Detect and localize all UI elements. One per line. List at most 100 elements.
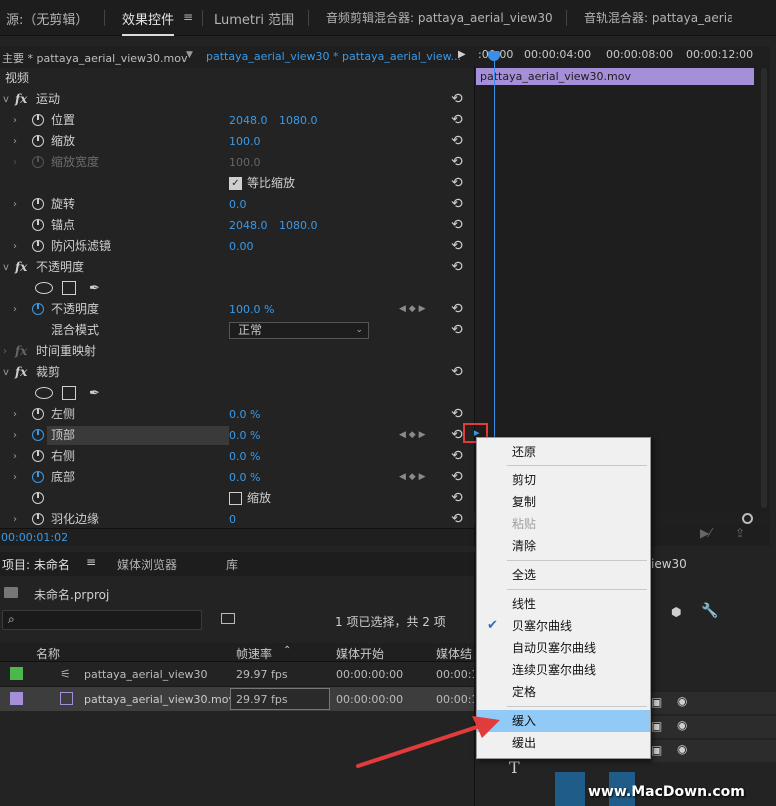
column-media-end[interactable]: 媒体结 <box>436 645 472 662</box>
marker-icon[interactable]: ⬢ <box>671 605 681 619</box>
position-x-value[interactable]: 2048.0 <box>229 110 268 131</box>
effect-opacity[interactable]: v fx 不透明度 ⟲ <box>0 257 474 278</box>
stopwatch-icon[interactable] <box>32 240 44 252</box>
type-tool-icon[interactable]: T <box>509 758 520 777</box>
fx-icon[interactable]: fx <box>15 257 27 278</box>
reset-icon[interactable]: ⟲ <box>451 152 463 173</box>
menu-item-copy[interactable]: 复制 <box>477 491 650 513</box>
track-target-a1[interactable] <box>555 772 585 806</box>
crop-bottom-value[interactable]: 0.0 % <box>229 467 260 488</box>
keyframe-nav-icon[interactable]: ◀ ◆ ▶ <box>399 425 426 446</box>
reset-icon[interactable]: ⟲ <box>451 257 463 278</box>
sequence-clip-label[interactable]: pattaya_aerial_view30 * pattaya_aerial_v… <box>206 50 461 63</box>
vertical-scrollbar[interactable] <box>761 68 767 508</box>
rectangle-mask-icon[interactable] <box>62 386 76 400</box>
camera-icon[interactable]: ▣ <box>651 695 662 709</box>
clip-bar[interactable]: pattaya_aerial_view30.mov <box>476 68 754 85</box>
tab-audio-track-mixer[interactable]: 音轨混合器: pattaya_aerial_ <box>584 9 732 26</box>
eye-icon[interactable]: ◉ <box>677 718 687 732</box>
export-icon[interactable]: ⇪ <box>735 526 745 540</box>
menu-item-auto-bezier[interactable]: 自动贝塞尔曲线 <box>477 637 650 659</box>
fx-icon[interactable]: fx <box>15 362 27 383</box>
column-fps[interactable]: 帧速率 <box>236 645 272 662</box>
scroll-handle-icon[interactable] <box>742 513 753 524</box>
label-color-swatch[interactable] <box>10 667 23 680</box>
table-row[interactable]: pattaya_aerial_view30.mov 29.97 fps 00:0… <box>0 687 478 711</box>
reset-icon[interactable]: ⟲ <box>451 467 463 488</box>
rotation-value[interactable]: 0.0 <box>229 194 247 215</box>
stopwatch-icon[interactable] <box>32 492 44 504</box>
reset-icon[interactable]: ⟲ <box>451 194 463 215</box>
reset-icon[interactable]: ⟲ <box>451 236 463 257</box>
crop-left-value[interactable]: 0.0 % <box>229 404 260 425</box>
effect-crop[interactable]: v fx 裁剪 ⟲ <box>0 362 474 383</box>
master-clip-label[interactable]: 主要 * pattaya_aerial_view30.mov <box>2 50 188 66</box>
wrench-icon[interactable]: 🔧 <box>701 603 718 619</box>
stopwatch-icon[interactable] <box>32 219 44 231</box>
tab-menu-icon[interactable]: ≡ <box>86 555 96 569</box>
table-row[interactable]: ⚟ pattaya_aerial_view30 29.97 fps 00:00:… <box>0 663 478 687</box>
blend-mode-select[interactable]: 正常 ⌄ <box>229 322 369 339</box>
sequence-title[interactable]: iew30 <box>651 557 687 571</box>
uniform-scale-checkbox[interactable]: ✓ <box>229 177 242 190</box>
stopwatch-icon[interactable] <box>32 471 44 483</box>
chevron-right-icon[interactable]: › <box>13 404 17 425</box>
reset-icon[interactable]: ⟲ <box>451 404 463 425</box>
stopwatch-icon[interactable] <box>32 135 44 147</box>
fps-edit-field[interactable]: 29.97 fps <box>230 688 330 710</box>
eye-icon[interactable]: ◉ <box>677 742 687 756</box>
scale-value[interactable]: 100.0 <box>229 131 261 152</box>
rectangle-mask-icon[interactable] <box>62 281 76 295</box>
menu-item-linear[interactable]: 线性 <box>477 593 650 615</box>
reset-icon[interactable]: ⟲ <box>451 110 463 131</box>
zoom-checkbox[interactable] <box>229 492 242 505</box>
reset-icon[interactable]: ⟲ <box>451 509 463 530</box>
menu-item-clear[interactable]: 清除 <box>477 535 650 557</box>
stopwatch-icon[interactable] <box>32 114 44 126</box>
timecode-display[interactable]: 00:00:01:02 <box>1 531 68 544</box>
anchor-y-value[interactable]: 1080.0 <box>279 215 318 236</box>
stopwatch-icon[interactable] <box>32 450 44 462</box>
effect-motion[interactable]: v fx 运动 ⟲ <box>0 89 474 110</box>
keyframe-nav-icon[interactable]: ◀ ◆ ▶ <box>399 299 426 320</box>
tab-effect-controls[interactable]: 效果控件 <box>122 9 175 36</box>
track-row[interactable]: ▣ ◉ <box>651 692 776 714</box>
reset-icon[interactable]: ⟲ <box>451 488 463 509</box>
stopwatch-icon[interactable] <box>32 429 44 441</box>
new-bin-icon[interactable] <box>221 613 235 624</box>
crop-top-value[interactable]: 0.0 % <box>229 425 260 446</box>
reset-icon[interactable]: ⟲ <box>451 446 463 467</box>
feather-value[interactable]: 0 <box>229 509 236 530</box>
tab-source[interactable]: 源:（无剪辑） <box>6 9 88 28</box>
menu-item-restore[interactable]: 还原 <box>477 441 650 463</box>
chevron-down-icon[interactable]: v <box>3 362 9 383</box>
menu-item-continuous-bezier[interactable]: 连续贝塞尔曲线 <box>477 659 650 681</box>
fx-icon[interactable]: fx <box>15 89 27 110</box>
stopwatch-icon[interactable] <box>32 303 44 315</box>
chevron-right-icon[interactable]: › <box>13 236 17 257</box>
chevron-right-icon[interactable]: › <box>13 467 17 488</box>
chevron-right-icon[interactable]: › <box>13 425 17 446</box>
chevron-right-icon[interactable]: › <box>13 509 17 530</box>
search-input[interactable]: ⌕ <box>2 610 202 630</box>
chevron-right-icon[interactable]: › <box>13 131 17 152</box>
tab-menu-icon[interactable]: ≡ <box>183 10 193 24</box>
crop-right-value[interactable]: 0.0 % <box>229 446 260 467</box>
column-media-start[interactable]: 媒体开始 <box>336 645 384 662</box>
ellipse-mask-icon[interactable] <box>35 387 53 399</box>
stopwatch-icon[interactable] <box>32 198 44 210</box>
pen-mask-icon[interactable]: ✒ <box>89 383 100 404</box>
reset-icon[interactable]: ⟲ <box>451 299 463 320</box>
chevron-down-icon[interactable]: v <box>3 257 9 278</box>
menu-item-select-all[interactable]: 全选 <box>477 564 650 586</box>
menu-item-hold[interactable]: 定格 <box>477 681 650 703</box>
anchor-x-value[interactable]: 2048.0 <box>229 215 268 236</box>
effect-time-remap[interactable]: › fx 时间重映射 <box>0 341 474 362</box>
camera-icon[interactable]: ▣ <box>651 743 662 757</box>
position-y-value[interactable]: 1080.0 <box>279 110 318 131</box>
pen-mask-icon[interactable]: ✒ <box>89 278 100 299</box>
play-icon[interactable]: ▶ <box>458 49 466 60</box>
filter-icon[interactable]: ▶⁄ <box>700 526 711 540</box>
chevron-right-icon[interactable]: › <box>13 299 17 320</box>
reset-icon[interactable]: ⟲ <box>451 89 463 110</box>
